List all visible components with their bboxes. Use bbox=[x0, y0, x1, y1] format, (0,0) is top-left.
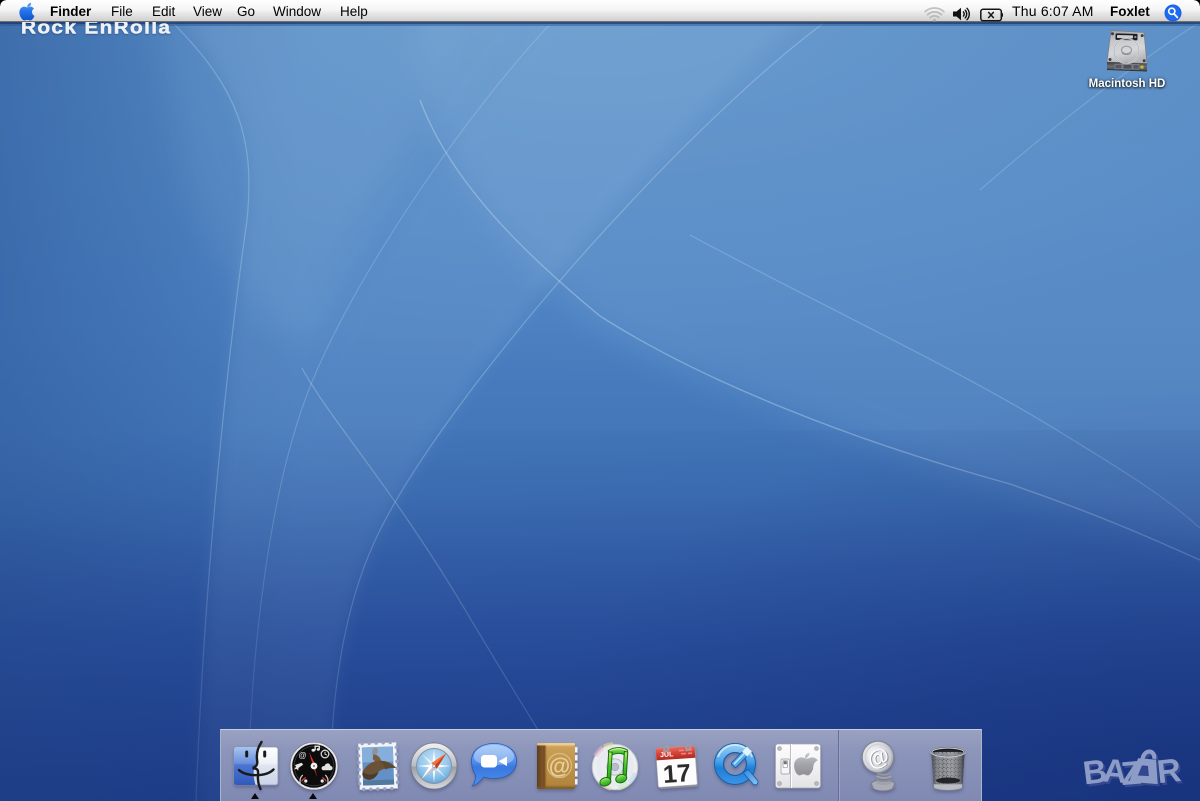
svg-text:@: @ bbox=[549, 754, 570, 779]
svg-text:@: @ bbox=[299, 751, 307, 760]
svg-text:R: R bbox=[1155, 751, 1183, 790]
svg-text:17: 17 bbox=[662, 759, 692, 789]
svg-text:JUL: JUL bbox=[660, 751, 674, 759]
